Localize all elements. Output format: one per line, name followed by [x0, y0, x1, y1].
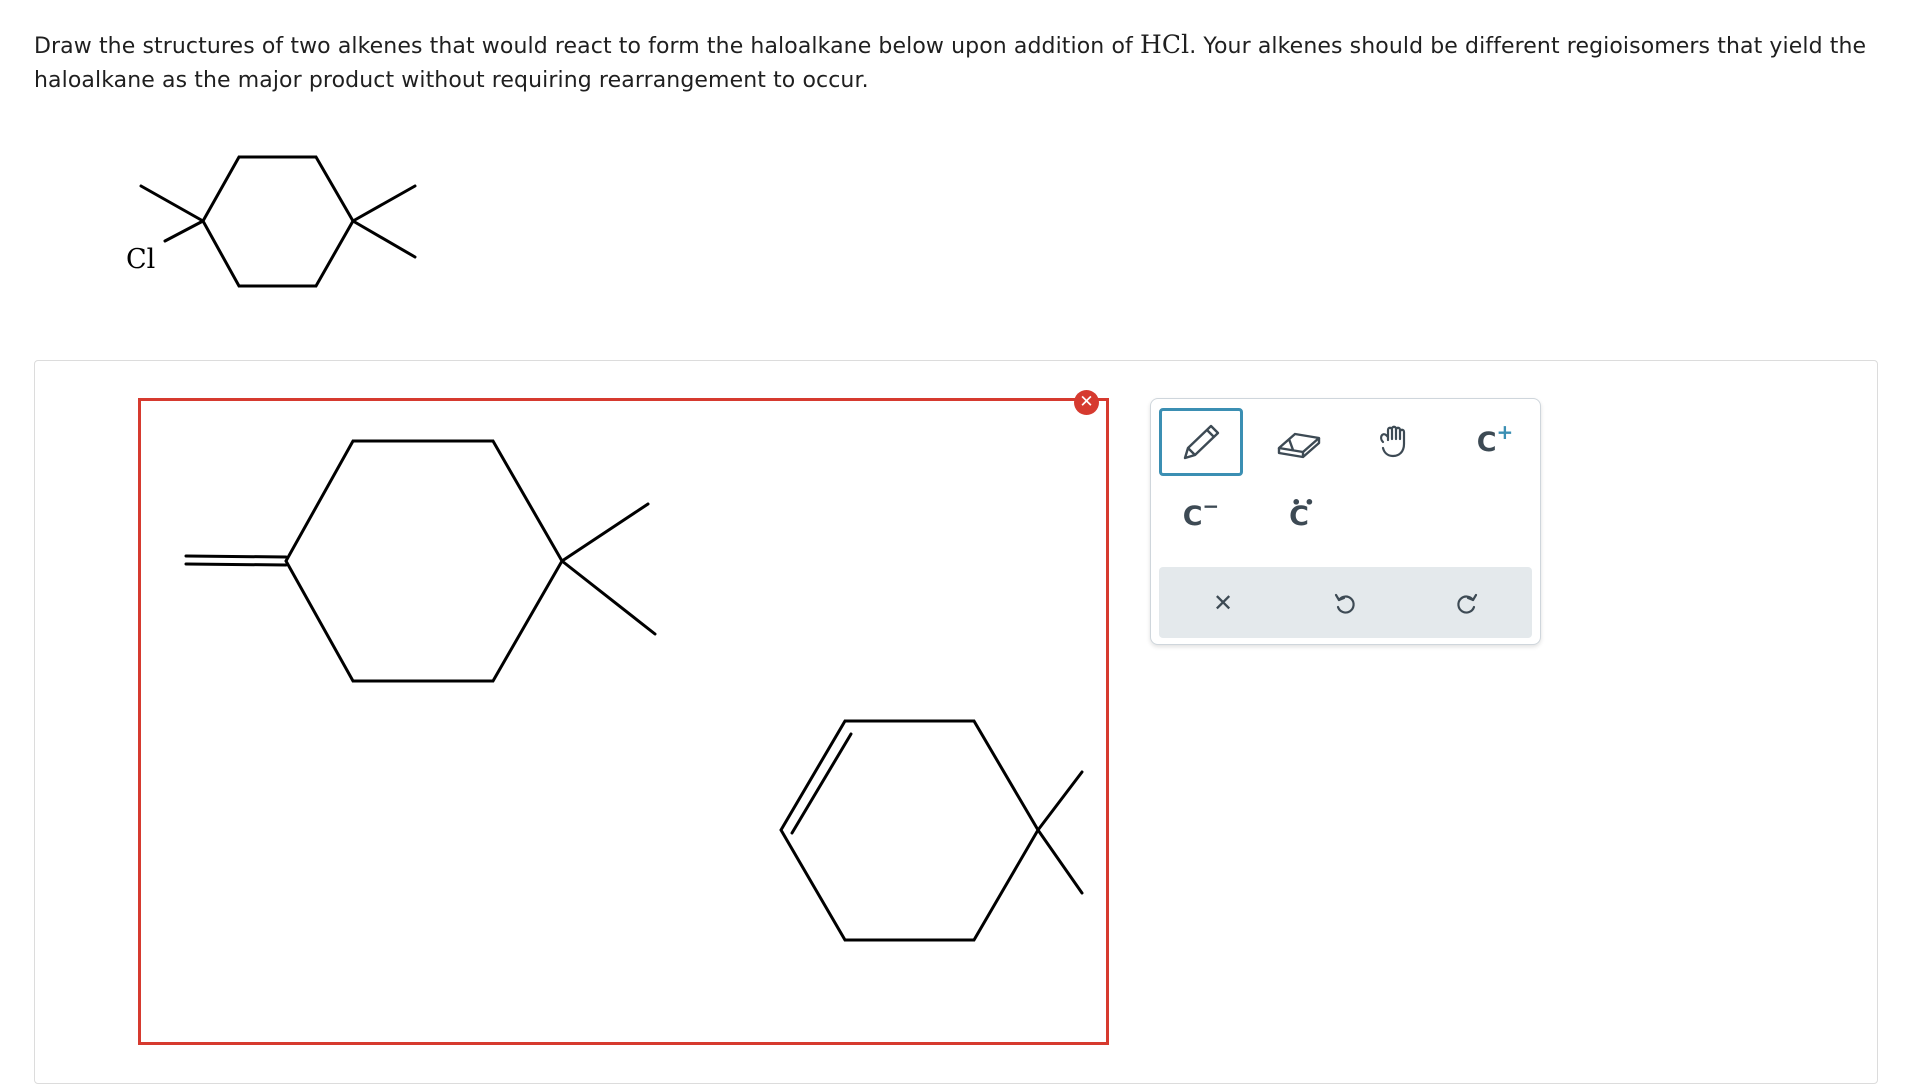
chlorine-label: Cl [126, 244, 155, 275]
reagent-formula: HCl [1139, 30, 1190, 59]
methyl-bond [1036, 770, 1084, 832]
double-bond [184, 562, 288, 567]
carbocation-tool[interactable]: C+ [1453, 408, 1537, 476]
carbanion-icon: C− [1182, 493, 1220, 532]
drawing-toolbar: C+ C− •• C ✕ [1150, 398, 1541, 645]
methyl-bond [560, 502, 650, 563]
drawing-canvas[interactable] [138, 398, 1109, 1045]
cyclohexane-ring [201, 155, 355, 288]
drawn-structures [184, 439, 1084, 942]
close-icon: ✕ [1212, 588, 1234, 617]
lone-pair-tool[interactable]: •• C [1257, 482, 1341, 550]
pencil-icon [1183, 424, 1220, 460]
redo-icon [1457, 593, 1478, 614]
methyl-bond [1036, 828, 1084, 895]
move-tool[interactable] [1355, 408, 1439, 476]
methyl-bond [351, 219, 417, 259]
cyclohexene-ring [779, 719, 1040, 942]
eraser-tool[interactable] [1257, 408, 1341, 476]
action-bar: ✕ [1159, 567, 1532, 638]
chloro-bond [163, 219, 205, 243]
hand-icon [1380, 425, 1406, 458]
lone-pair-icon: •• C [1289, 492, 1318, 532]
methyl-bond [560, 559, 657, 636]
pencil-tool[interactable] [1159, 408, 1243, 476]
undo-icon [1334, 593, 1355, 614]
clear-button[interactable]: ✕ [1183, 567, 1263, 638]
cyclohexane-ring [284, 439, 564, 683]
given-haloalkane-structure: Cl [126, 155, 417, 288]
double-bond [184, 554, 288, 559]
alkene-structure-2 [779, 719, 1084, 942]
clear-canvas-button[interactable]: ✕ [1074, 390, 1099, 415]
redo-button[interactable] [1427, 567, 1507, 638]
methyl-bond [351, 184, 417, 223]
double-bond [790, 732, 853, 835]
methyl-bond [139, 184, 205, 223]
carbanion-tool[interactable]: C− [1159, 482, 1243, 550]
alkene-structure-1 [184, 439, 657, 683]
undo-button[interactable] [1305, 567, 1385, 638]
carbocation-icon: C+ [1476, 419, 1514, 458]
eraser-icon [1277, 432, 1321, 459]
close-icon: ✕ [1079, 392, 1094, 412]
